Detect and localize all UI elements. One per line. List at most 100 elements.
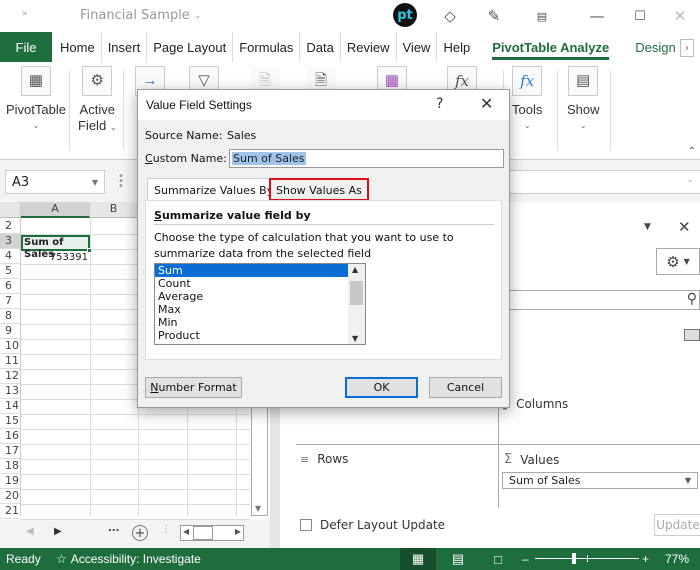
layout-toggle-icon[interactable] [684, 329, 700, 341]
tab-review[interactable]: Review [341, 32, 397, 62]
row-header[interactable]: 12 [0, 369, 20, 384]
quick-access-expand-icon[interactable]: » [22, 9, 28, 19]
row-header[interactable]: 18 [0, 459, 20, 474]
cell-a4[interactable]: 753391 [21, 251, 88, 266]
active-field-button[interactable]: ⚙ Active Field ⌄ [78, 66, 117, 136]
tab-file[interactable]: File [0, 32, 52, 62]
custom-name-input[interactable]: Sum of Sales [229, 149, 504, 168]
normal-view-icon[interactable]: ▦ [400, 548, 436, 570]
row-header[interactable]: 16 [0, 429, 20, 444]
column-header-b[interactable]: B [90, 202, 138, 218]
scroll-thumb[interactable] [193, 526, 213, 540]
listbox-item[interactable]: Max [155, 303, 348, 316]
row-header[interactable]: 14 [0, 399, 20, 414]
pen-icon[interactable]: ✎ [482, 4, 506, 28]
row-header[interactable]: 8 [0, 309, 20, 324]
scroll-up-icon[interactable]: ▲ [352, 265, 358, 274]
scroll-right-icon[interactable]: ▶ [235, 527, 241, 536]
collapse-ribbon-icon[interactable]: ⌃ [688, 146, 696, 157]
horizontal-scrollbar[interactable]: ◀ ▶ [180, 525, 244, 541]
tab-pivottable-analyze[interactable]: PivotTable Analyze [486, 32, 615, 62]
row-header[interactable]: 4 [0, 249, 20, 264]
tab-design[interactable]: Design [629, 32, 681, 62]
defer-checkbox[interactable] [300, 519, 312, 531]
workbook-title[interactable]: Financial Sample ⌄ [80, 8, 201, 23]
values-field-dropdown[interactable]: Sum of Sales ▼ [502, 472, 698, 489]
add-sheet-icon[interactable]: + [132, 525, 148, 541]
tab-home[interactable]: Home [52, 32, 102, 62]
more-tabs-chevron-icon[interactable]: › [680, 39, 694, 57]
zoom-level[interactable]: 77% [665, 552, 689, 566]
tab-page-layout[interactable]: Page Layout [147, 32, 234, 62]
drag-handle-icon[interactable]: • • • [118, 172, 124, 192]
more-sheets-button[interactable]: ... [108, 523, 119, 534]
row-header[interactable]: 11 [0, 354, 20, 369]
cell-a3[interactable]: Sum of Sales [21, 235, 92, 260]
tab-insert[interactable]: Insert [102, 32, 148, 62]
tab-help[interactable]: Help [437, 32, 476, 62]
zoom-out-icon[interactable]: – [522, 552, 529, 566]
listbox-item[interactable]: Average [155, 290, 348, 303]
row-header[interactable]: 15 [0, 414, 20, 429]
scroll-down-icon[interactable]: ▼ [255, 504, 261, 513]
previous-sheet-icon[interactable]: ◀ [26, 526, 34, 537]
row-header[interactable]: 7 [0, 294, 20, 309]
row-header[interactable]: 3 [0, 234, 20, 249]
pane-options-dropdown-icon[interactable]: ▼ [644, 222, 651, 232]
tab-view[interactable]: View [397, 32, 438, 62]
row-header[interactable]: 21 [0, 504, 20, 519]
scroll-left-icon[interactable]: ◀ [183, 527, 189, 536]
zoom-slider-thumb[interactable] [571, 553, 576, 564]
row-header[interactable]: 13 [0, 384, 20, 399]
drag-handle-icon[interactable]: ⋮ [161, 524, 171, 535]
ok-button[interactable]: OK [345, 377, 418, 398]
tab-formulas[interactable]: Formulas [233, 32, 301, 62]
listbox-item[interactable]: Min [155, 316, 348, 329]
tab-summarize-values-by[interactable]: Summarize Values By [147, 178, 281, 201]
column-header-a[interactable]: A [21, 202, 90, 218]
tools-button[interactable]: fx Tools ⌄ [512, 66, 542, 134]
next-sheet-icon[interactable]: ▶ [54, 526, 62, 537]
select-all-corner[interactable] [0, 202, 21, 218]
cancel-button[interactable]: Cancel [429, 377, 502, 398]
row-header[interactable]: 5 [0, 264, 20, 279]
page-break-view-icon[interactable]: □ [480, 548, 516, 570]
accessibility-button[interactable]: ☆ Accessibility: Investigate [56, 552, 201, 566]
field-search-input[interactable]: ⚲ [500, 290, 700, 310]
formula-input[interactable]: ⌄ [500, 170, 700, 194]
listbox-scrollbar[interactable]: ▲ ▼ [348, 264, 365, 344]
close-window-icon[interactable]: ✕ [668, 4, 692, 28]
ribbon-display-icon[interactable]: ▤ [530, 4, 554, 28]
maximize-icon[interactable]: ☐ [628, 4, 652, 28]
close-pane-icon[interactable]: ✕ [678, 218, 691, 236]
scroll-down-icon[interactable]: ▼ [352, 334, 358, 343]
settings-gear-button[interactable]: ⚙ ▼ [656, 248, 700, 275]
listbox-item[interactable]: Sum [155, 264, 348, 277]
show-button[interactable]: ▤ Show ⌄ [567, 66, 600, 134]
row-header[interactable]: 9 [0, 324, 20, 339]
pivottable-button[interactable]: ▦ PivotTable ⌄ [6, 66, 66, 134]
tab-show-values-as[interactable]: Show Values As [269, 178, 369, 201]
dropdown-arrow-icon[interactable]: ▼ [92, 178, 98, 187]
close-dialog-icon[interactable]: ✕ [480, 94, 493, 113]
row-header[interactable]: 2 [0, 219, 20, 234]
expand-formula-bar-icon[interactable]: ⌄ [686, 175, 694, 185]
update-button[interactable]: Update [654, 514, 700, 536]
name-box[interactable]: A3 ▼ [5, 170, 105, 194]
page-layout-view-icon[interactable]: ▤ [440, 548, 476, 570]
listbox-scroll-thumb[interactable] [350, 281, 363, 305]
row-header[interactable]: 20 [0, 489, 20, 504]
zoom-slider[interactable] [535, 553, 639, 564]
zoom-in-icon[interactable]: + [642, 552, 649, 566]
listbox-item[interactable]: Count [155, 277, 348, 290]
row-header[interactable]: 10 [0, 339, 20, 354]
row-header[interactable]: 19 [0, 474, 20, 489]
listbox-item[interactable]: Product [155, 329, 348, 342]
calculation-listbox[interactable]: Sum Count Average Max Min Product ▲ ▼ [154, 263, 366, 345]
row-header[interactable]: 17 [0, 444, 20, 459]
minimize-icon[interactable]: — [585, 4, 609, 28]
row-header[interactable]: 6 [0, 279, 20, 294]
defer-layout-update[interactable]: Defer Layout Update [300, 518, 445, 532]
diamond-icon[interactable]: ◇ [438, 4, 462, 28]
number-format-button[interactable]: Number Format [145, 377, 242, 398]
